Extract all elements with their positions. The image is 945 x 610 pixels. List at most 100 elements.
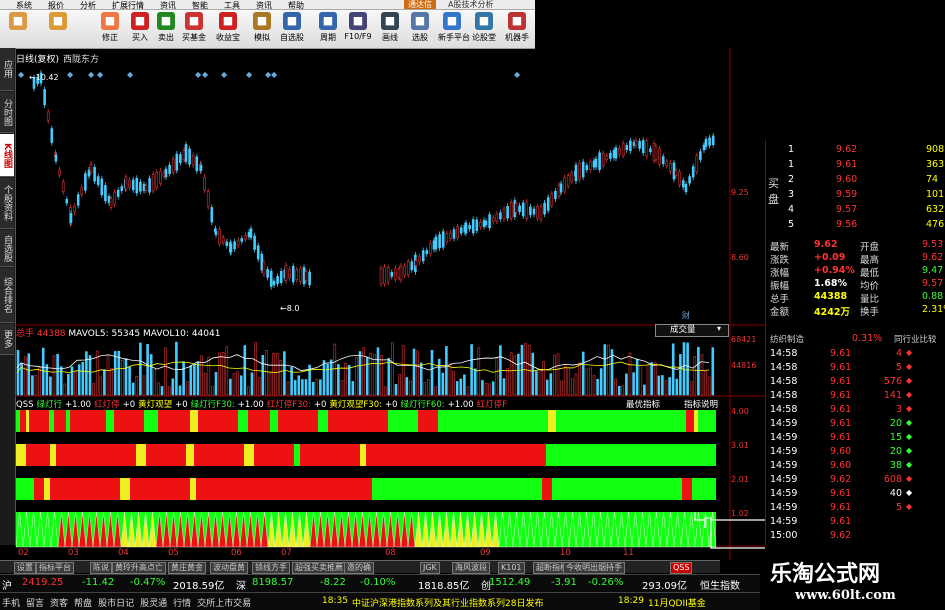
indicator-tab-7[interactable]: 超强买卖推薦 xyxy=(292,562,346,574)
toolbar-button-9[interactable]: ■ 周期 xyxy=(314,12,342,46)
indicator-tab-11[interactable]: K101 xyxy=(498,562,525,574)
trade-price: 9.61 xyxy=(830,390,852,401)
event-marker[interactable]: ◆ xyxy=(271,70,277,79)
volume-bar xyxy=(661,375,664,396)
toolbar-button-3[interactable]: ■ 买入 xyxy=(126,12,154,46)
toolbar-button-15[interactable]: ■ 机器手 xyxy=(503,12,531,46)
candle-body xyxy=(203,176,206,191)
qss-band-segment xyxy=(158,410,190,432)
view-tab-2[interactable]: K线图 xyxy=(0,134,14,177)
toolbar-button-14[interactable]: ■ 论股堂 xyxy=(470,12,498,46)
candle-body xyxy=(475,219,479,231)
menu-item-7[interactable]: 资讯 xyxy=(256,1,272,10)
bid-row[interactable]: 2 9.60 74 xyxy=(766,174,945,187)
status-link[interactable]: 交所上市交易 xyxy=(197,599,251,609)
view-tab-6[interactable]: 更多 xyxy=(0,324,14,355)
toolbar-button-8[interactable]: ■ 自选股 xyxy=(278,12,306,46)
candle-body xyxy=(434,236,438,250)
bid-row[interactable]: 4 9.57 632 xyxy=(766,204,945,217)
toolbar-button-6[interactable]: ■ 收益宝 xyxy=(214,12,242,46)
status-link[interactable]: 行情 xyxy=(173,599,191,609)
indicator-tab-14[interactable]: QSS xyxy=(670,562,693,574)
toolbar-button-4[interactable]: ■ 卖出 xyxy=(152,12,180,46)
candle-body xyxy=(629,140,632,152)
industry-compare-link[interactable]: 同行业比较 xyxy=(894,333,937,345)
menu-item-2[interactable]: 分析 xyxy=(80,1,96,10)
quote-value: 1.68% xyxy=(814,278,847,289)
event-marker[interactable]: ◆ xyxy=(97,70,103,79)
finance-marker[interactable]: 财 xyxy=(682,310,690,321)
bid-row[interactable]: 5 9.56 476 xyxy=(766,219,945,232)
menu-item-3[interactable]: 扩展行情 xyxy=(112,1,144,10)
toolbar-button-11[interactable]: ■ 画线 xyxy=(376,12,404,46)
status-link[interactable]: 手机 xyxy=(2,599,20,609)
toolbar-button-2[interactable]: ■ 修正 xyxy=(96,12,124,46)
volume-bar xyxy=(236,371,239,396)
volume-bar xyxy=(81,361,85,396)
trade-price: 9.61 xyxy=(830,362,852,373)
indicator-tab-8[interactable]: 邀的确 xyxy=(344,562,374,574)
view-tab-4[interactable]: 自选股 xyxy=(0,230,14,267)
menu-item-6[interactable]: 工具 xyxy=(224,1,240,10)
indicator-tab-0[interactable]: 设置 xyxy=(14,562,36,574)
event-marker[interactable]: ◆ xyxy=(514,70,520,79)
chart-area[interactable] xyxy=(15,48,765,560)
indicator-tab-4[interactable]: 黄庄黄金 xyxy=(168,562,206,574)
candle-body xyxy=(383,266,386,285)
event-marker[interactable]: ◆ xyxy=(127,70,133,79)
status-link[interactable]: 股灵通 xyxy=(140,599,167,609)
toolbar-button-5[interactable]: ■ 买基金 xyxy=(180,12,208,46)
status-link[interactable]: 帮盘 xyxy=(74,599,92,609)
indicator-tab-9[interactable]: JGK xyxy=(420,562,440,574)
menu-item-0[interactable]: 系统 xyxy=(16,1,32,10)
event-marker[interactable]: ◆ xyxy=(221,70,227,79)
candle-body xyxy=(304,271,308,281)
event-marker[interactable]: ◆ xyxy=(67,70,73,79)
view-tab-1[interactable]: 分时图 xyxy=(0,92,14,133)
volume-bar xyxy=(247,386,250,396)
bid-row[interactable]: 3 9.59 101 xyxy=(766,189,945,202)
indicator-tab-3[interactable]: 黄玲升高点亡 xyxy=(112,562,166,574)
status-link[interactable]: 资客 xyxy=(50,599,68,609)
indicator-tab-10[interactable]: 海风波段 xyxy=(452,562,490,574)
candle-body xyxy=(225,241,229,246)
view-tab-5[interactable]: 综合排名 xyxy=(0,268,14,323)
toolbar-button-13[interactable]: ■ 新手平台 xyxy=(438,12,470,46)
news-headline-2[interactable]: 11月QDII基金 xyxy=(648,596,706,609)
indicator-tab-6[interactable]: 锁线方手 xyxy=(252,562,290,574)
qss-band-segment xyxy=(130,478,190,500)
view-tab-0[interactable]: 应用 xyxy=(0,48,14,91)
industry-row[interactable]: 纺织制造 0.31% 同行业比较 xyxy=(766,333,945,346)
event-marker[interactable]: ◆ xyxy=(88,70,94,79)
chevron-down-icon[interactable]: ▾ xyxy=(717,324,721,333)
toolbar-button-1[interactable]: ■ xyxy=(44,12,72,46)
event-marker[interactable]: ◆ xyxy=(202,70,208,79)
bid-row[interactable]: 1 9.61 363 xyxy=(766,159,945,172)
best-indicator-button[interactable]: 最优指标 xyxy=(626,398,660,410)
event-marker[interactable]: ◆ xyxy=(18,70,24,79)
menu-item-5[interactable]: 智能 xyxy=(192,1,208,10)
toolbar-button-10[interactable]: ■ F10/F9 xyxy=(344,12,372,46)
trade-price: 9.61 xyxy=(830,502,852,513)
status-links[interactable]: 手机 留言 资客 帮盘 股市日记 股灵通 行情 交所上市交易 xyxy=(2,596,257,609)
event-marker[interactable]: ◆ xyxy=(195,70,201,79)
view-tab-3[interactable]: 个股资料 xyxy=(0,178,14,229)
news-headline-1[interactable]: 中证沪深港指数系列及其行业指数系列28日发布 xyxy=(352,596,543,609)
bid-row[interactable]: 1 9.62 908 xyxy=(766,144,945,157)
indicator-tab-1[interactable]: 指标平台 xyxy=(36,562,74,574)
menu-item-1[interactable]: 报价 xyxy=(48,1,64,10)
toolbar-label: 修正 xyxy=(102,33,118,42)
status-link[interactable]: 股市日记 xyxy=(98,599,134,609)
toolbar-button-7[interactable]: ■ 模拟 xyxy=(248,12,276,46)
bid-level: 1 xyxy=(788,159,795,170)
menu-item-4[interactable]: 资讯 xyxy=(160,1,176,10)
status-link[interactable]: 留言 xyxy=(26,599,44,609)
menu-item-8[interactable]: 帮助 xyxy=(288,1,304,10)
event-marker[interactable]: ◆ xyxy=(246,70,252,79)
indicator-explain-button[interactable]: 指标说明 xyxy=(684,398,718,410)
toolbar-button-12[interactable]: ■ 选股 xyxy=(406,12,434,46)
indicator-tab-5[interactable]: 波动盘黄 xyxy=(210,562,248,574)
toolbar-button-0[interactable]: ■ xyxy=(4,12,32,46)
indicator-tab-13[interactable]: 今收明出烟持手 xyxy=(563,562,625,574)
indicator-tab-2[interactable]: 陈说 xyxy=(90,562,112,574)
